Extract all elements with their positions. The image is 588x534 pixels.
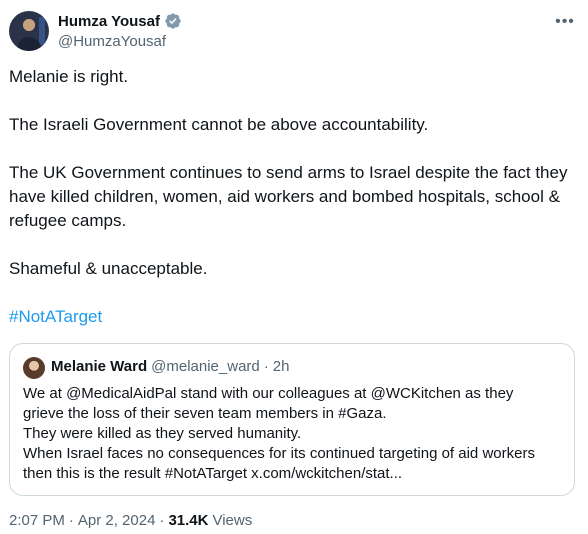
quote-text-line: We at @MedicalAidPal stand with our coll… <box>23 385 514 402</box>
quote-author-handle: @melanie_ward <box>151 358 260 375</box>
quote-author-name: Melanie Ward <box>51 358 148 375</box>
tweet-paragraph: Shameful & unacceptable. <box>9 259 208 278</box>
author-display-name[interactable]: Humza Yousaf <box>58 13 160 30</box>
tweet: Humza Yousaf @HumzaYousaf ••• Melanie is… <box>0 0 588 534</box>
quote-text-line: When Israel faces no consequences for it… <box>23 445 535 462</box>
tweet-paragraph: Melanie is right. <box>9 67 129 86</box>
meta-separator: · <box>68 512 74 529</box>
author-handle[interactable]: @HumzaYousaf <box>58 33 166 50</box>
tweet-date[interactable]: Apr 2, 2024 <box>78 512 156 529</box>
tweet-meta: 2:07 PM · Apr 2, 2024 · 31.4K Views <box>9 512 252 529</box>
quote-text-line: then this is the result #NotATarget x.co… <box>23 465 403 482</box>
quote-time: 2h <box>272 358 290 375</box>
more-options-icon[interactable]: ••• <box>555 12 575 32</box>
meta-separator: · <box>159 512 165 529</box>
tweet-paragraph: The UK Government continues to send arms… <box>9 163 568 230</box>
quote-text: We at @MedicalAidPal stand with our coll… <box>23 384 563 484</box>
views-count[interactable]: 31.4K <box>168 512 208 529</box>
hashtag-link[interactable]: #NotATarget <box>9 305 102 329</box>
quote-separator: · <box>263 358 269 375</box>
verified-badge-icon <box>165 13 181 29</box>
quote-author-avatar <box>23 357 45 379</box>
tweet-paragraph: The Israeli Government cannot be above a… <box>9 115 429 134</box>
author-name-row: Humza Yousaf <box>58 12 182 30</box>
quote-text-line: They were killed as they served humanity… <box>23 425 302 442</box>
quoted-tweet[interactable]: Melanie Ward @melanie_ward · 2h We at @M… <box>9 343 575 496</box>
quote-text-line: grieve the loss of their seven team memb… <box>23 405 387 422</box>
author-avatar[interactable] <box>9 11 49 51</box>
quote-header: Melanie Ward @melanie_ward · 2h <box>51 358 289 375</box>
tweet-time[interactable]: 2:07 PM <box>9 512 65 529</box>
views-label: Views <box>212 512 253 529</box>
